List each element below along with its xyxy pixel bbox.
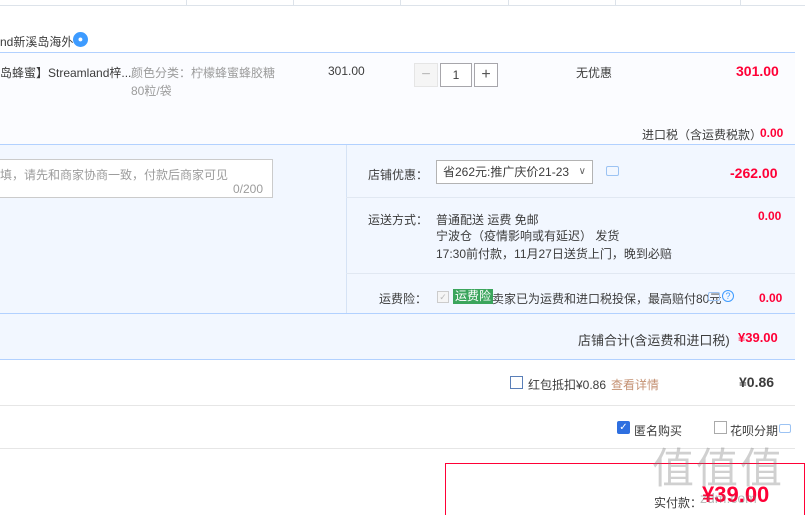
item-promo: 无优惠 <box>576 66 613 80</box>
shipping-label: 运送方式： <box>368 213 429 227</box>
payment-label: 实付款： <box>654 496 703 510</box>
coupon-label: 店铺优惠： <box>368 168 429 182</box>
quantity-decrease-button[interactable]: − <box>414 63 438 87</box>
shop-total-label: 店铺合计(含运费和进口税) <box>578 333 730 348</box>
shipping-warehouse: 宁波仓（疫情影响或有延迟） 发货 <box>436 229 620 243</box>
header-separator <box>508 0 509 6</box>
tax-label: 进口税（含运费税款） <box>642 128 763 142</box>
insurance-checkbox: ✓ <box>437 291 449 303</box>
item-total: 301.00 <box>736 63 779 79</box>
coupon-selected-value: 省262元:推广庆价21-23 <box>443 165 570 179</box>
header-separator <box>615 0 616 6</box>
shop-name[interactable]: nd新溪岛海外 <box>0 33 73 50</box>
divider <box>0 405 795 406</box>
header-separator <box>400 0 401 6</box>
coupon-select[interactable]: 省262元:推广庆价21-23 ∨ <box>436 160 593 184</box>
red-packet-details-link[interactable]: 查看详情 <box>611 376 659 393</box>
red-packet-checkbox[interactable] <box>510 376 523 389</box>
item-sku: 颜色分类：柠檬蜂蜜蜂胶糖 80粒/袋 <box>131 66 276 98</box>
watermark-url: zdm.com <box>700 490 757 506</box>
tax-value: 0.00 <box>760 126 784 140</box>
anonymous-checkbox[interactable]: ✓ <box>617 421 630 434</box>
shop-total-value: ¥39.00 <box>738 330 778 345</box>
panel-divider <box>346 145 347 313</box>
shipping-fee: 0.00 <box>758 209 782 223</box>
shipping-eta: 17:30前付款，11月27日送货上门，晚到必赔 <box>436 247 672 261</box>
item-unit-price: 301.00 <box>328 64 365 78</box>
shipping-method: 普通配送 运费 免邮 <box>436 213 539 227</box>
quantity-input[interactable]: 1 <box>440 63 472 87</box>
coupon-value: -262.00 <box>730 165 778 181</box>
header-separator <box>293 0 294 6</box>
shop-chat-icon[interactable]: ● <box>73 32 88 47</box>
header-separator <box>186 0 187 6</box>
watermark: 值值值 <box>652 445 785 492</box>
insurance-text: 卖家已为运费和进口税投保，最高赔付80元 <box>492 292 722 306</box>
item-title[interactable]: 岛蜂蜜】Streamland梓... <box>0 64 131 81</box>
memo-char-count: 0/200 <box>233 182 264 196</box>
memo-placeholder: 填，请先和商家协商一致，付款后商家可见 <box>0 168 229 182</box>
divider <box>346 197 795 198</box>
comment-icon[interactable] <box>708 292 720 301</box>
red-packet-label: 红包抵扣¥0.86 <box>528 378 607 392</box>
insurance-tag: 运费险 <box>453 289 494 304</box>
header-separator <box>740 0 741 6</box>
comment-icon[interactable] <box>779 424 791 433</box>
quantity-increase-button[interactable]: + <box>474 63 498 87</box>
insurance-value: 0.00 <box>759 291 783 305</box>
divider <box>346 273 795 274</box>
column-header-strip <box>0 0 805 6</box>
red-packet-value: ¥0.86 <box>739 374 775 390</box>
insurance-label: 运费险： <box>379 292 428 306</box>
huabei-checkbox[interactable] <box>714 421 727 434</box>
comment-icon[interactable] <box>606 166 619 176</box>
chevron-down-icon: ∨ <box>578 166 586 177</box>
help-icon[interactable]: ? <box>722 290 734 302</box>
